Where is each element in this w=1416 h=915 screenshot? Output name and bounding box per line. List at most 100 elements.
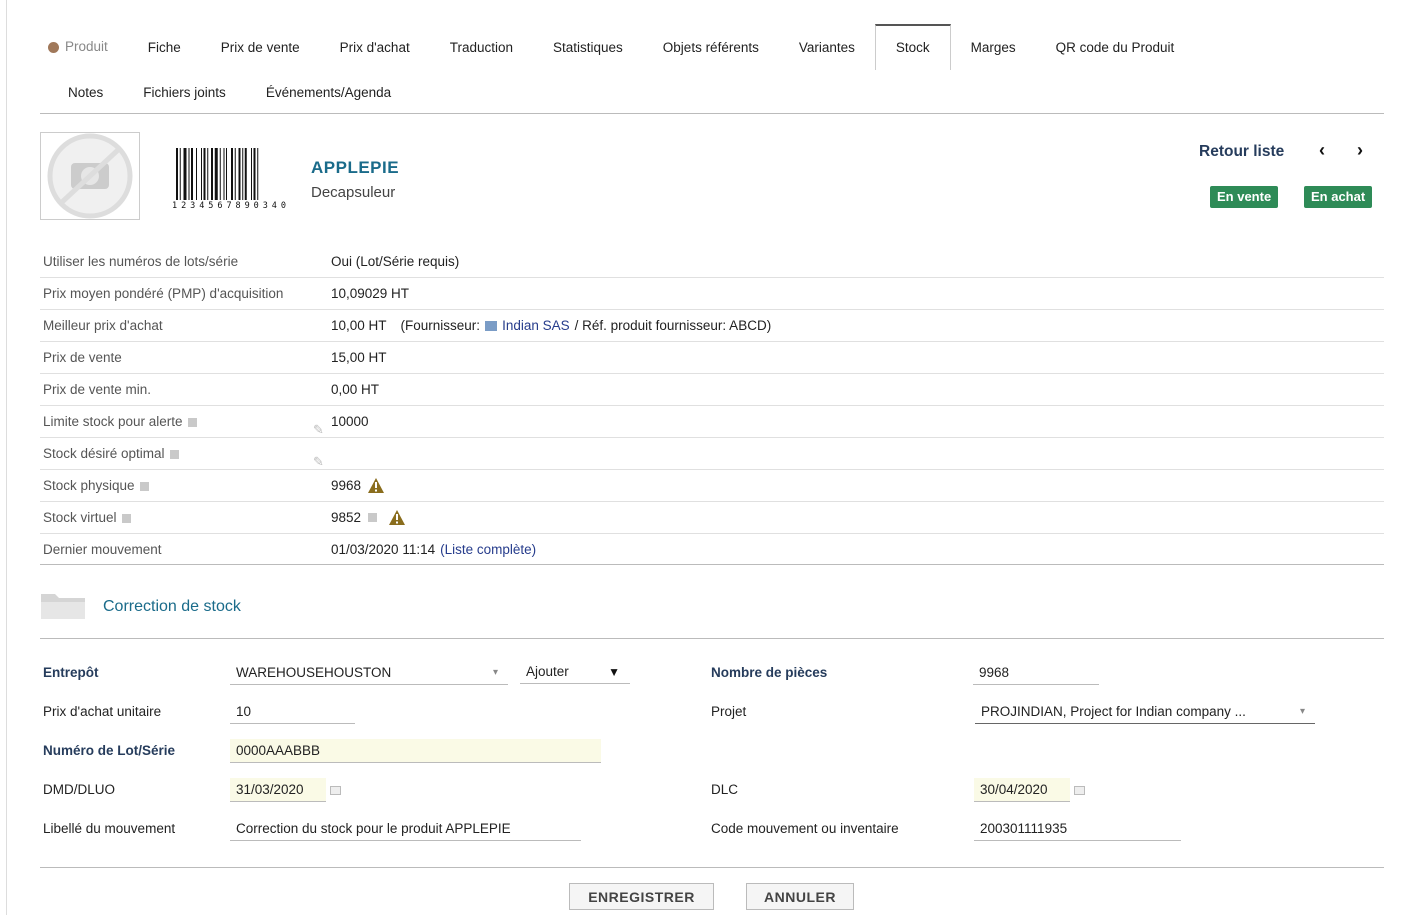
- no-photo-icon: [47, 133, 133, 219]
- table-row: Prix de vente min. 0,00 HT: [40, 374, 1384, 406]
- tab-notes[interactable]: Notes: [40, 69, 123, 115]
- row-label: Prix de vente: [43, 350, 122, 365]
- folder-icon: [41, 594, 85, 619]
- calendar-icon[interactable]: [330, 786, 341, 795]
- pieces-label: Nombre de pièces: [711, 665, 828, 680]
- last-movement-date: 01/03/2020 11:14: [331, 542, 436, 557]
- help-icon[interactable]: [121, 513, 131, 523]
- save-button[interactable]: ENREGISTRER: [569, 883, 714, 910]
- status-badge-buy: En achat: [1304, 186, 1373, 208]
- warning-icon: [368, 478, 385, 493]
- cancel-button[interactable]: ANNULER: [746, 883, 854, 910]
- warning-icon: [389, 510, 406, 525]
- row-value: 0,00 HT: [331, 382, 380, 397]
- row-value: 10,09029 HT: [331, 286, 410, 301]
- status-badge-sell: En vente: [1210, 186, 1279, 208]
- code-label: Code mouvement ou inventaire: [711, 821, 899, 836]
- edit-pencil-icon[interactable]: ✎: [313, 446, 329, 469]
- table-row: Prix moyen pondéré (PMP) d'acquisition 1…: [40, 278, 1384, 310]
- row-value: 01/03/2020 11:14 (Liste complète): [331, 542, 536, 557]
- unit-price-input[interactable]: 10: [230, 700, 355, 724]
- tab-produit[interactable]: Produit: [40, 24, 128, 70]
- table-row: Meilleur prix d'achat 10,00 HT (Fourniss…: [40, 310, 1384, 342]
- product-details-table: Utiliser les numéros de lots/série Oui (…: [40, 246, 1384, 565]
- supplier-link[interactable]: Indian SAS: [502, 318, 570, 333]
- project-label: Projet: [711, 704, 747, 719]
- company-icon: [485, 320, 498, 331]
- row-value: 10,00 HT (Fournisseur: Indian SAS / Réf.…: [331, 318, 771, 333]
- tab-evenements[interactable]: Événements/Agenda: [246, 69, 411, 115]
- product-label: Decapsuleur: [311, 184, 396, 201]
- dmd-date-input[interactable]: 31/03/2020: [230, 778, 326, 802]
- tab-statistiques[interactable]: Statistiques: [533, 24, 643, 70]
- help-icon[interactable]: [368, 513, 378, 522]
- left-border: [6, 0, 7, 915]
- warehouse-label: Entrepôt: [43, 665, 99, 680]
- row-label: Stock désiré optimal ✎: [40, 438, 331, 469]
- chevron-down-icon: ▼: [608, 665, 620, 679]
- supplier-prefix: (Fournisseur:: [400, 318, 481, 333]
- tab-traduction[interactable]: Traduction: [430, 24, 533, 70]
- back-to-list-link[interactable]: Retour liste: [1199, 143, 1284, 161]
- chevron-left-icon[interactable]: ‹: [1319, 140, 1325, 161]
- chevron-down-icon: ▾: [1299, 706, 1305, 717]
- pieces-input[interactable]: 9968: [973, 661, 1099, 685]
- table-row: Limite stock pour alerte ✎ 10000: [40, 406, 1384, 438]
- label-text: Stock virtuel: [43, 510, 117, 525]
- help-icon[interactable]: [169, 449, 179, 459]
- movement-input[interactable]: Correction du stock pour le produit APPL…: [230, 817, 581, 841]
- unit-price-label: Prix d'achat unitaire: [43, 704, 162, 719]
- row-label: Limite stock pour alerte ✎: [40, 406, 331, 437]
- lot-input[interactable]: 0000AAABBB: [230, 739, 601, 763]
- tab-label: Produit: [65, 39, 108, 54]
- tab-row-2: Notes Fichiers joints Événements/Agenda: [40, 72, 411, 112]
- code-input[interactable]: 200301111935: [974, 817, 1181, 841]
- help-icon[interactable]: [187, 417, 197, 427]
- tab-qr-code[interactable]: QR code du Produit: [1036, 24, 1195, 70]
- tab-fiche[interactable]: Fiche: [128, 24, 201, 70]
- table-row: Prix de vente 15,00 HT: [40, 342, 1384, 374]
- stock-virtuel-value: 9852: [331, 510, 362, 525]
- dlc-date-input[interactable]: 30/04/2020: [974, 778, 1070, 802]
- tab-row-1: Produit Fiche Prix de vente Prix d'achat…: [40, 24, 1195, 70]
- full-list-link[interactable]: (Liste complète): [440, 542, 536, 557]
- calendar-icon[interactable]: [1074, 786, 1085, 795]
- row-label: Stock virtuel: [40, 502, 331, 533]
- edit-pencil-icon[interactable]: ✎: [313, 414, 329, 437]
- chevron-right-icon[interactable]: ›: [1357, 140, 1363, 161]
- action-value: Ajouter: [526, 664, 569, 679]
- warehouse-value: WAREHOUSEHOUSTON: [236, 665, 392, 680]
- tab-prix-de-vente[interactable]: Prix de vente: [201, 24, 320, 70]
- row-label: Utiliser les numéros de lots/série: [43, 254, 239, 269]
- table-row: Dernier mouvement 01/03/2020 11:14 (List…: [40, 534, 1384, 565]
- row-label: Meilleur prix d'achat: [43, 318, 163, 333]
- warehouse-select[interactable]: WAREHOUSEHOUSTON ▾: [230, 661, 508, 685]
- tab-stock[interactable]: Stock: [874, 24, 951, 70]
- row-value: 15,00 HT: [331, 350, 387, 365]
- table-row: Utiliser les numéros de lots/série Oui (…: [40, 246, 1384, 278]
- table-row: Stock physique 9968: [40, 470, 1384, 502]
- label-text: Limite stock pour alerte: [43, 414, 183, 429]
- row-value: Oui (Lot/Série requis): [331, 254, 460, 269]
- row-label: Prix de vente min.: [43, 382, 152, 397]
- section-title: Correction de stock: [103, 598, 241, 615]
- dlc-label: DLC: [711, 782, 739, 797]
- row-value: 10000: [331, 414, 369, 429]
- product-photo-placeholder[interactable]: [40, 132, 140, 220]
- tab-variantes[interactable]: Variantes: [779, 24, 875, 70]
- tab-fichiers-joints[interactable]: Fichiers joints: [123, 69, 246, 115]
- product-icon: [48, 41, 59, 53]
- project-select[interactable]: PROJINDIAN, Project for Indian company .…: [975, 700, 1315, 724]
- tab-objets-referents[interactable]: Objets référents: [643, 24, 779, 70]
- chevron-down-icon: ▾: [492, 667, 498, 678]
- movement-label: Libellé du mouvement: [43, 821, 176, 836]
- action-select[interactable]: Ajouter ▼: [520, 660, 630, 684]
- tab-marges[interactable]: Marges: [951, 24, 1036, 70]
- row-label: Stock physique: [40, 470, 331, 501]
- label-text: Stock physique: [43, 478, 135, 493]
- help-icon[interactable]: [139, 481, 149, 491]
- tab-prix-d-achat[interactable]: Prix d'achat: [320, 24, 430, 70]
- row-label: Dernier mouvement: [43, 542, 162, 557]
- tabs-divider: [40, 113, 1384, 114]
- supplier-suffix: / Réf. produit fournisseur: ABCD): [574, 318, 772, 333]
